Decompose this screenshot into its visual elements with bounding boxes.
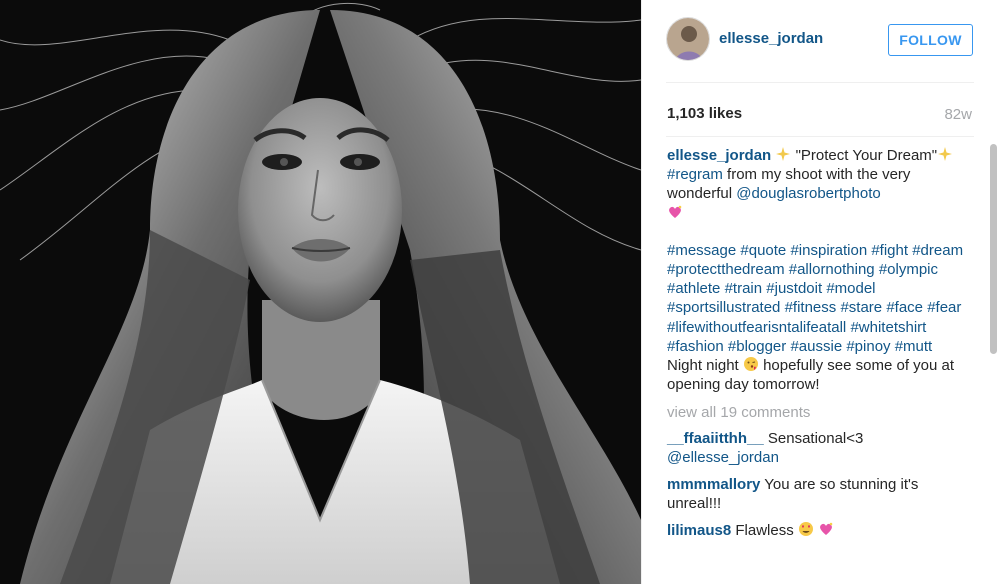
sparkles-icon bbox=[776, 147, 791, 161]
hashtag-link[interactable]: #aussie bbox=[790, 338, 842, 355]
hashtag-link[interactable]: #fight bbox=[871, 242, 908, 259]
comment-item: mmmmallory You are so stunning it's unre… bbox=[667, 475, 967, 513]
hashtag-link[interactable]: #quote bbox=[740, 242, 786, 259]
caption-text: Night night bbox=[667, 357, 739, 375]
header-username[interactable]: ellesse_jordan bbox=[719, 30, 823, 47]
divider bbox=[666, 82, 974, 83]
mention-link[interactable]: @douglasrobertphoto bbox=[736, 185, 881, 202]
likes-count[interactable]: 1,103 likes bbox=[667, 105, 742, 122]
caption-quote: "Protect Your Dream" bbox=[795, 147, 938, 164]
avatar[interactable] bbox=[666, 17, 710, 61]
hashtag-link[interactable]: #model bbox=[826, 280, 875, 297]
scrollbar[interactable] bbox=[989, 140, 997, 580]
portrait-image bbox=[0, 0, 641, 584]
hashtag-link[interactable]: #fear bbox=[927, 299, 961, 316]
scrollbar-thumb[interactable] bbox=[990, 144, 997, 354]
hashtag-link[interactable]: #train bbox=[725, 280, 763, 297]
comment-item: __ffaaiitthh__ Sensational<3 @ellesse_jo… bbox=[667, 429, 967, 467]
hashtag-link[interactable]: #message bbox=[667, 242, 736, 259]
kissing-face-icon bbox=[743, 357, 758, 372]
post-details-panel: ellesse_jordan FOLLOW 1,103 likes 82w el… bbox=[641, 0, 1000, 584]
comment-text: Sensational<3 bbox=[767, 429, 864, 447]
sparkles-icon bbox=[938, 147, 953, 161]
hashtag-link[interactable]: #athlete bbox=[667, 280, 720, 297]
mention-link[interactable]: @ellesse_jordan bbox=[667, 449, 779, 466]
post-photo[interactable] bbox=[0, 0, 641, 584]
comment-username[interactable]: __ffaaiitthh__ bbox=[667, 430, 764, 447]
caption: ellesse_jordan "Protect Your Dream" #reg… bbox=[667, 146, 967, 223]
sparkling-heart-icon bbox=[669, 205, 682, 218]
comment-username[interactable]: lilimaus8 bbox=[667, 522, 731, 539]
hashtag-link[interactable]: #sportsillustrated bbox=[667, 299, 780, 316]
caption-hashtags: #message #quote #inspiration #fight #dre… bbox=[667, 241, 967, 395]
comment-text: Flawless bbox=[735, 522, 794, 540]
hashtag-link[interactable]: #dream bbox=[912, 242, 963, 259]
hashtag-link[interactable]: #blogger bbox=[728, 338, 786, 355]
hashtag-link[interactable]: #stare bbox=[840, 299, 882, 316]
hashtag-link[interactable]: #regram bbox=[667, 166, 723, 183]
hashtag-link[interactable]: #olympic bbox=[879, 261, 938, 278]
comments-list: ellesse_jordan "Protect Your Dream" #reg… bbox=[667, 146, 967, 549]
hashtag-link[interactable]: #face bbox=[886, 299, 923, 316]
caption-username[interactable]: ellesse_jordan bbox=[667, 147, 771, 164]
hashtag-link[interactable]: #mutt bbox=[895, 338, 933, 355]
hashtag-link[interactable]: #pinoy bbox=[846, 338, 890, 355]
view-all-comments-link[interactable]: view all 19 comments bbox=[667, 403, 967, 422]
heart-eyes-icon bbox=[798, 522, 813, 537]
hashtag-link[interactable]: #protectthedream bbox=[667, 261, 785, 278]
comment-item: lilimaus8 Flawless bbox=[667, 521, 967, 540]
comment-username[interactable]: mmmmallory bbox=[667, 476, 760, 493]
sparkling-heart-icon bbox=[820, 523, 833, 536]
post-age[interactable]: 82w bbox=[944, 106, 972, 123]
hashtag-link[interactable]: #lifewithoutfearisntalifeatall bbox=[667, 319, 846, 336]
hashtag-link[interactable]: #whitetshirt bbox=[850, 319, 926, 336]
hashtag-link[interactable]: #justdoit bbox=[766, 280, 822, 297]
divider bbox=[666, 136, 974, 137]
hashtag-link[interactable]: #fitness bbox=[785, 299, 837, 316]
hashtag-link[interactable]: #allornothing bbox=[789, 261, 875, 278]
post-header: ellesse_jordan FOLLOW bbox=[666, 17, 976, 65]
hashtag-link[interactable]: #inspiration bbox=[790, 242, 867, 259]
follow-button[interactable]: FOLLOW bbox=[888, 24, 973, 56]
hashtag-link[interactable]: #fashion bbox=[667, 338, 724, 355]
